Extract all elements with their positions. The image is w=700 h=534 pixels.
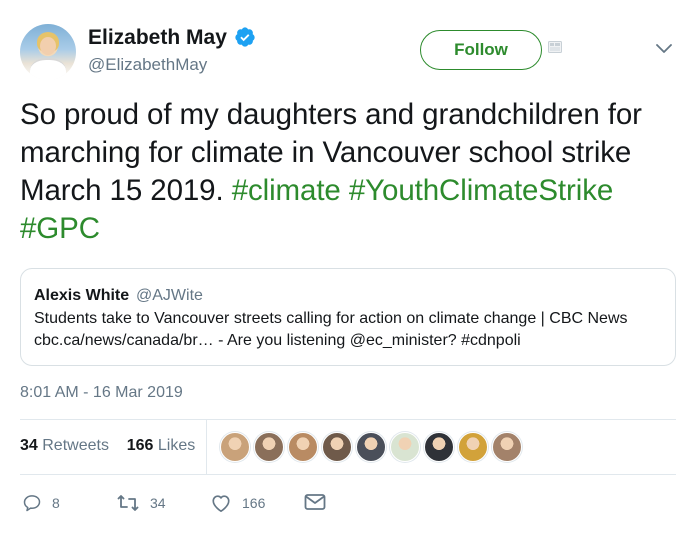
liker-avatar[interactable]	[458, 432, 488, 462]
liker-avatar[interactable]	[390, 432, 420, 462]
follow-button[interactable]: Follow	[420, 30, 542, 70]
chevron-down-icon[interactable]	[656, 44, 672, 54]
divider	[20, 474, 676, 475]
author-name[interactable]: Elizabeth May	[88, 26, 227, 50]
quoted-author-name: Alexis White	[34, 287, 130, 304]
quoted-author-handle: @AJWite	[136, 287, 203, 304]
quoted-tweet-text-line1: Students take to Vancouver streets calli…	[34, 310, 628, 327]
retweets-label[interactable]: Retweets	[42, 437, 109, 454]
author-avatar[interactable]	[20, 24, 76, 80]
retweet-count: 34	[150, 495, 166, 511]
divider	[20, 419, 676, 420]
liker-avatar[interactable]	[322, 432, 352, 462]
like-action[interactable]: 166	[210, 493, 265, 513]
tweet-timestamp[interactable]: 8:01 AM - 16 Mar 2019	[20, 384, 183, 402]
envelope-icon	[304, 494, 326, 510]
retweet-icon	[117, 495, 139, 511]
tweet-text: So proud of my daughters and grandchildr…	[20, 96, 685, 248]
tweet-stats: 34 Retweets 166 Likes	[20, 437, 195, 455]
stats-separator	[206, 420, 207, 474]
reply-action[interactable]: 8	[22, 493, 60, 513]
author-handle[interactable]: @ElizabethMay	[88, 55, 207, 75]
liker-avatar[interactable]	[220, 432, 250, 462]
retweet-action[interactable]: 34	[116, 493, 166, 513]
hashtag-link[interactable]: #YouthClimateStrike	[349, 174, 613, 207]
image-placeholder-icon	[548, 41, 562, 53]
heart-icon	[212, 495, 230, 512]
liker-avatar[interactable]	[424, 432, 454, 462]
verified-badge-icon	[235, 27, 255, 47]
hashtag-link[interactable]: #climate	[232, 174, 341, 207]
hashtag-link[interactable]: #GPC	[20, 212, 100, 245]
like-count: 166	[242, 495, 266, 511]
likes-label[interactable]: Likes	[158, 437, 195, 454]
liker-avatar[interactable]	[288, 432, 318, 462]
likes-count[interactable]: 166	[127, 437, 154, 454]
retweets-count[interactable]: 34	[20, 437, 38, 454]
reply-count: 8	[52, 495, 60, 511]
liker-avatar[interactable]	[356, 432, 386, 462]
liker-avatar[interactable]	[492, 432, 522, 462]
hashtag-separator	[341, 174, 349, 207]
quoted-tweet-text-line2: cbc.ca/news/canada/br… - Are you listeni…	[34, 332, 521, 349]
liker-avatar[interactable]	[254, 432, 284, 462]
reply-icon	[23, 495, 41, 512]
direct-message-action[interactable]	[304, 493, 326, 511]
